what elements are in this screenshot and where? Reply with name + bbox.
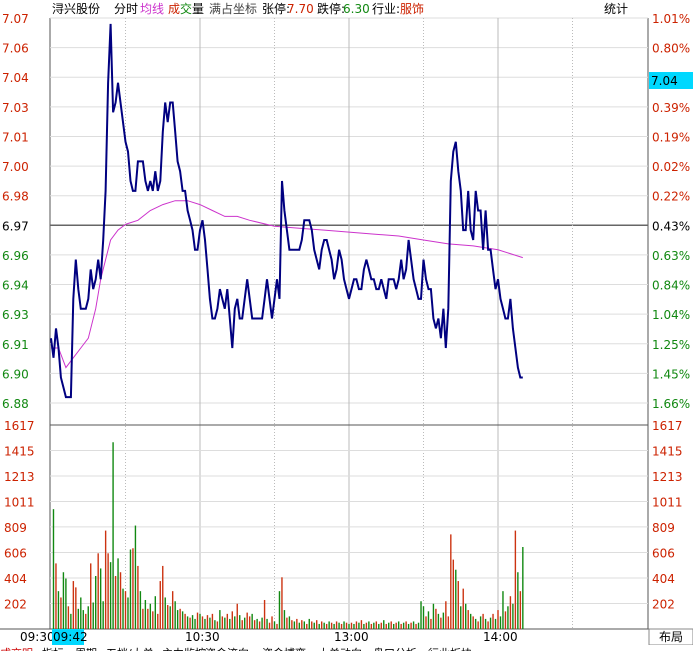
price-tick-label: 7.01 — [2, 130, 29, 144]
price-tick-label: 6.88 — [2, 397, 29, 411]
volume-bars — [52, 442, 524, 629]
volume-tick-label-right: 1213 — [652, 470, 683, 484]
bottom-tab[interactable]: 行业板块 — [428, 645, 472, 651]
bottom-tab[interactable]: 周期 — [75, 645, 97, 651]
percent-tick-label: 1.66% — [652, 397, 690, 411]
price-axis: 7.07 7.06 7.04 7.03 7.01 7.00 6.98 6.97 6.96 6.94… — [2, 12, 29, 411]
price-tick-label: 6.91 — [2, 338, 29, 352]
percent-tick-label: 0.19% — [652, 130, 690, 144]
volume-tick-label: 404 — [4, 572, 27, 586]
volume-tick-label: 606 — [4, 547, 27, 561]
layout-button[interactable]: 布局 — [659, 630, 683, 644]
volume-tick-label: 1011 — [4, 495, 35, 509]
bottom-tab[interactable]: 资金流向 — [205, 645, 249, 651]
current-price-label: 7.04 — [651, 74, 678, 88]
percent-tick-label: 0.39% — [652, 101, 690, 115]
volume-tick-label: 1617 — [4, 419, 35, 433]
bottom-tab[interactable]: 指标 — [42, 645, 64, 651]
volume-tick-label-right: 1415 — [652, 444, 683, 458]
bottom-tab[interactable]: 五档/大单 — [106, 645, 154, 651]
volume-tick-label-right: 1617 — [652, 419, 683, 433]
volume-tick-label-right: 404 — [652, 572, 675, 586]
percent-tick-label: 1.25% — [652, 338, 690, 352]
cursor-time-label: 09:42 — [53, 630, 88, 644]
price-tick-label: 7.07 — [2, 12, 29, 26]
price-tick-label: 7.04 — [2, 71, 29, 85]
volume-tick-label: 809 — [4, 521, 27, 535]
bottom-tab[interactable]: 盘口分析 — [373, 645, 417, 651]
volume-tick-label-right: 606 — [652, 547, 675, 561]
volume-tick-label-right: 809 — [652, 521, 675, 535]
time-tick-label: 14:00 — [483, 630, 518, 644]
time-tick-label: 13:00 — [334, 630, 369, 644]
bottom-tab[interactable]: 主力监控 — [162, 645, 206, 651]
percent-tick-label: 1.01% — [652, 12, 690, 26]
price-tick-label: 6.94 — [2, 279, 29, 293]
price-tick-label: 6.97 — [2, 219, 29, 233]
time-share-chart[interactable]: 7.07 7.06 7.04 7.03 7.01 7.00 6.98 6.97 6.96 6.94… — [0, 0, 693, 645]
percent-tick-label: 1.04% — [652, 308, 690, 322]
percent-tick-label: 0.02% — [652, 160, 690, 174]
volume-tick-label-right: 1011 — [652, 495, 683, 509]
bottom-tab[interactable]: 成交明 — [0, 645, 33, 651]
price-tick-label: 6.93 — [2, 308, 29, 322]
volume-tick-label: 1415 — [4, 444, 35, 458]
grid-lines — [0, 17, 693, 630]
percent-axis: 1.01%0.80%0.60%0.39%0.19%0.02%0.22%0.43%… — [652, 12, 690, 411]
percent-tick-label: 1.45% — [652, 367, 690, 381]
bottom-tab[interactable]: 大单动向 — [318, 645, 362, 651]
percent-tick-label: 0.63% — [652, 249, 690, 263]
percent-tick-label: 0.80% — [652, 42, 690, 56]
volume-tick-label: 1213 — [4, 470, 35, 484]
time-tick-label: 10:30 — [185, 630, 220, 644]
start-time-label: 09:30 — [20, 630, 55, 644]
price-tick-label: 6.98 — [2, 190, 29, 204]
price-tick-label: 7.06 — [2, 42, 29, 56]
bottom-tab[interactable]: 资金博弈 — [262, 645, 306, 651]
percent-tick-label: 0.22% — [652, 190, 690, 204]
percent-tick-label: 0.84% — [652, 279, 690, 293]
time-axis: 10:30 13:00 14:00 09:30 — [20, 630, 518, 644]
bottom-tab-bar: 成交明 指标 周期 五档/大单 主力监控资金流向 资金博弈 大单动向 盘口分析 行业板块 — [0, 645, 693, 651]
price-tick-label: 7.00 — [2, 160, 29, 174]
price-tick-label: 6.96 — [2, 249, 29, 263]
volume-tick-label-right: 202 — [652, 598, 675, 612]
price-tick-label: 7.03 — [2, 101, 29, 115]
price-line — [50, 23, 523, 399]
volume-tick-label: 202 — [4, 598, 27, 612]
chart-markers: 09:42 7.04 布局 — [52, 72, 693, 645]
percent-tick-label: 0.43% — [652, 219, 690, 233]
price-tick-label: 6.90 — [2, 367, 29, 381]
